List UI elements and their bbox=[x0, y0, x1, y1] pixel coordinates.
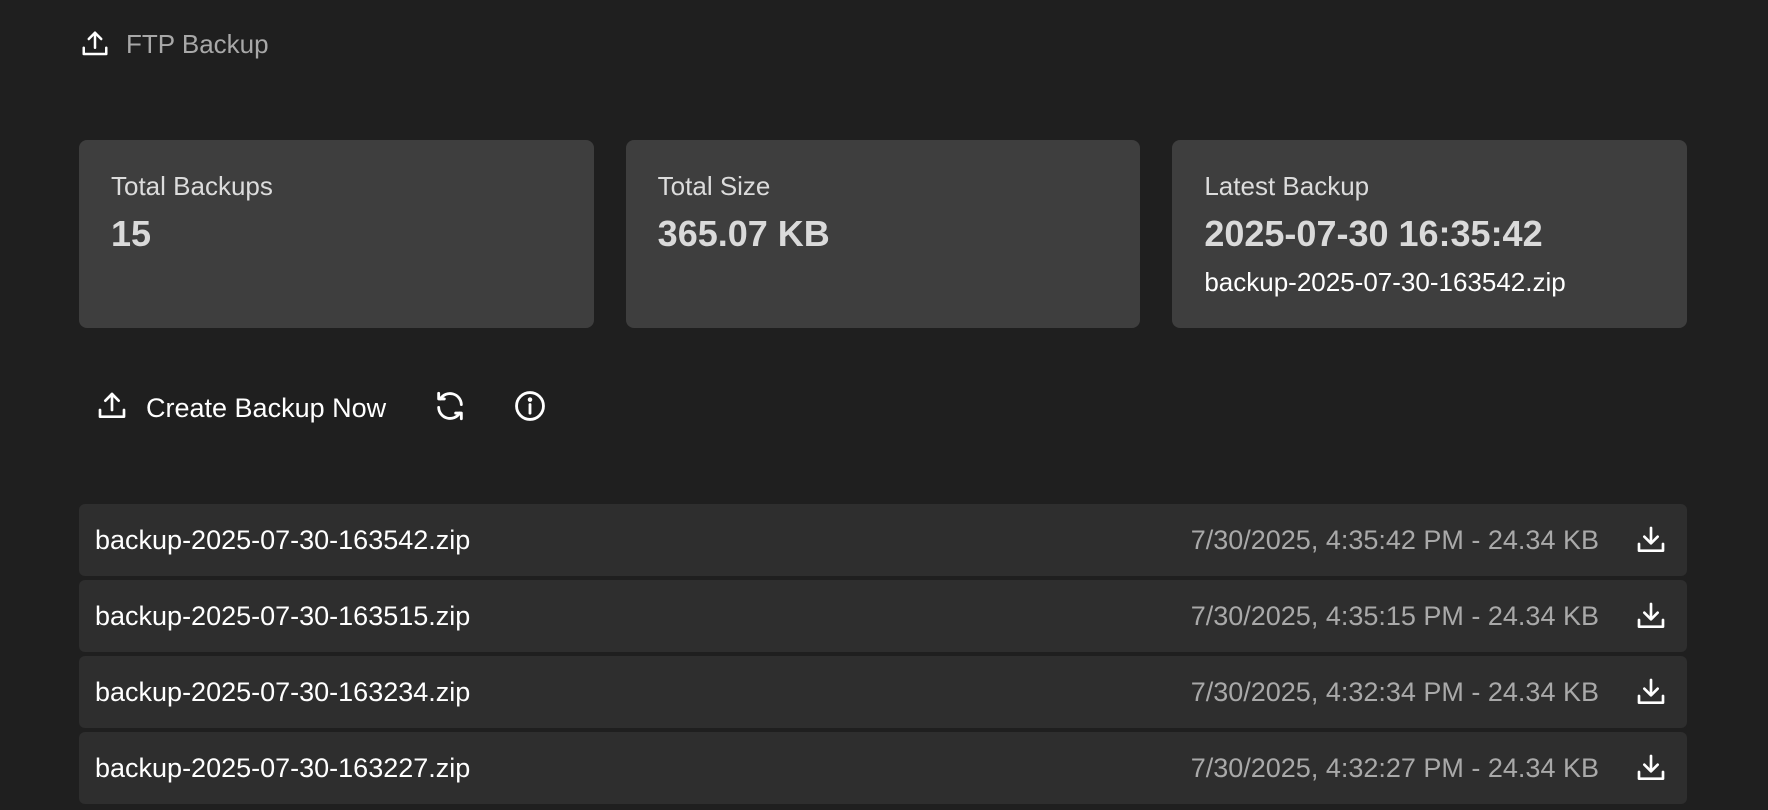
backup-meta: 7/30/2025, 4:35:42 PM - 24.34 KB bbox=[1190, 524, 1599, 555]
action-bar: Create Backup Now bbox=[96, 388, 550, 428]
latest-backup-filename: backup-2025-07-30-163542.zip bbox=[1204, 267, 1566, 297]
backup-filename: backup-2025-07-30-163234.zip bbox=[95, 676, 471, 707]
download-button[interactable] bbox=[1633, 674, 1669, 710]
latest-backup-timestamp: 2025-07-30 16:35:42 bbox=[1204, 213, 1543, 254]
backup-meta: 7/30/2025, 4:32:27 PM - 24.34 KB bbox=[1190, 752, 1599, 783]
info-icon bbox=[513, 389, 547, 428]
total-backups-value: 15 bbox=[111, 213, 152, 254]
backup-list: backup-2025-07-30-163542.zip 7/30/2025, … bbox=[79, 504, 1687, 808]
refresh-button[interactable] bbox=[430, 388, 470, 428]
download-icon bbox=[1637, 754, 1665, 780]
latest-backup-label: Latest Backup bbox=[1204, 171, 1370, 201]
upload-icon bbox=[96, 390, 128, 427]
page-title: FTP Backup bbox=[126, 28, 269, 59]
latest-backup-card: Latest Backup 2025-07-30 16:35:42 backup… bbox=[1172, 140, 1688, 328]
refresh-icon bbox=[433, 389, 467, 428]
total-size-value: 365.07 KB bbox=[657, 213, 830, 254]
create-backup-label: Create Backup Now bbox=[146, 392, 387, 423]
backup-meta: 7/30/2025, 4:35:15 PM - 24.34 KB bbox=[1190, 600, 1599, 631]
download-icon bbox=[1637, 526, 1665, 552]
total-size-label: Total Size bbox=[657, 171, 771, 201]
page-header: FTP Backup bbox=[80, 24, 269, 64]
total-backups-label: Total Backups bbox=[111, 171, 273, 201]
download-button[interactable] bbox=[1633, 598, 1669, 634]
backup-filename: backup-2025-07-30-163227.zip bbox=[95, 752, 471, 783]
backup-filename: backup-2025-07-30-163515.zip bbox=[95, 600, 471, 631]
download-button[interactable] bbox=[1633, 522, 1669, 558]
download-button[interactable] bbox=[1633, 750, 1669, 786]
backup-row: backup-2025-07-30-163515.zip 7/30/2025, … bbox=[79, 580, 1687, 652]
create-backup-button[interactable]: Create Backup Now bbox=[96, 390, 386, 427]
backup-row: backup-2025-07-30-163542.zip 7/30/2025, … bbox=[79, 504, 1687, 576]
stats-cards: Total Backups 15 Total Size 365.07 KB La… bbox=[79, 140, 1688, 328]
backup-row: backup-2025-07-30-163234.zip 7/30/2025, … bbox=[79, 656, 1687, 728]
backup-row: backup-2025-07-30-163227.zip 7/30/2025, … bbox=[79, 732, 1687, 804]
info-button[interactable] bbox=[510, 388, 550, 428]
download-icon bbox=[1637, 602, 1665, 628]
total-size-card: Total Size 365.07 KB bbox=[625, 140, 1141, 328]
total-backups-card: Total Backups 15 bbox=[79, 140, 594, 328]
ftp-backup-page: FTP Backup Total Backups 15 Total Size 3… bbox=[0, 0, 1768, 810]
backup-meta: 7/30/2025, 4:32:34 PM - 24.34 KB bbox=[1190, 676, 1599, 707]
upload-icon bbox=[80, 29, 110, 59]
download-icon bbox=[1637, 678, 1665, 704]
backup-filename: backup-2025-07-30-163542.zip bbox=[95, 524, 471, 555]
